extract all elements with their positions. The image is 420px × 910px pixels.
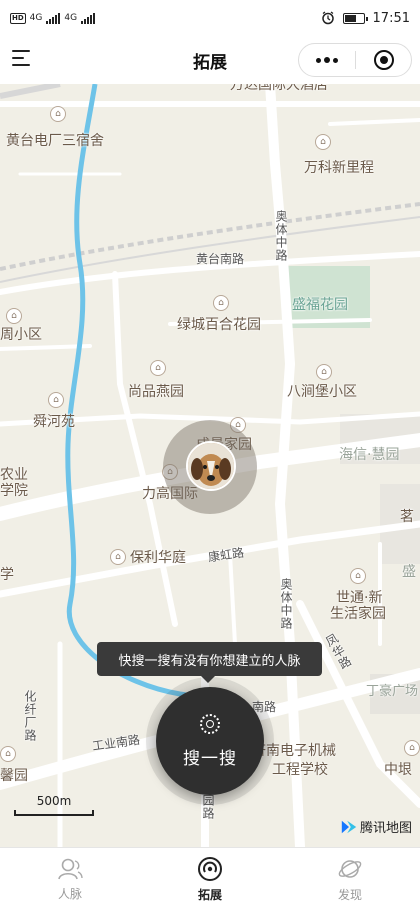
poi-label[interactable]: 八涧堡小区 [287,381,357,401]
poi-label[interactable]: 学院 [0,480,28,500]
home-icon: ⌂ [315,134,331,150]
poi-label[interactable]: ⌂ [0,746,16,762]
tab-bar: 人脉 拓展 发现 [0,847,420,910]
home-icon: ⌂ [316,364,332,380]
planet-icon [338,859,362,878]
dog-avatar-image [188,443,234,489]
tab-label: 拓展 [197,887,222,902]
map-scale: 500m [14,794,94,816]
home-icon: ⌂ [6,308,22,324]
more-dots-icon[interactable] [299,44,355,76]
scale-label: 500m [36,794,72,808]
poi-label[interactable]: 绿城百合花园 [177,314,261,334]
poi-label[interactable]: 工程学校 [272,759,328,779]
home-icon: ⌂ [50,106,66,122]
poi-label[interactable]: ⌂ [150,360,166,376]
tab-discover[interactable]: 发现 [280,848,420,910]
search-person-icon [200,713,220,734]
search-button-label: 搜一搜 [183,748,237,769]
poi-label[interactable]: 周小区 [0,324,42,344]
tab-expand[interactable]: 拓展 [140,848,280,910]
poi-label[interactable]: ⌂ [48,392,64,408]
tencent-map-icon [341,820,357,833]
scale-bar [14,810,94,816]
home-icon: ⌂ [48,392,64,408]
home-icon: ⌂ [110,549,126,565]
search-tooltip: 快搜一搜有没有你想建立的人脉 [97,642,322,683]
poi-label[interactable]: 丁豪广场 [366,680,418,699]
poi-label[interactable]: ⌂ 保利华庭 [110,547,186,567]
avatar[interactable] [186,441,236,491]
hd-indicator: HD [10,12,26,24]
poi-label[interactable]: 海信·慧园 [339,444,399,464]
poi-label[interactable]: 盛 [402,561,416,581]
map-provider-name: 腾讯地图 [359,821,412,836]
status-time: 17:51 [372,10,410,26]
poi-label[interactable]: ⌂ [316,364,332,380]
road-label: 黄台南路 [196,252,245,266]
poi-label[interactable]: 中垠 [384,759,412,779]
person-icon [58,858,83,879]
target-circle-icon[interactable] [356,44,411,76]
poi-label[interactable]: 万达国际大酒店 [230,84,328,94]
poi-label[interactable]: 济南电子机械 [252,740,336,760]
tab-label: 人脉 [57,886,82,901]
poi-label[interactable]: 盛福花园 [292,294,348,314]
poi-label[interactable]: ⌂ [6,308,22,324]
road-label: 奥体中路 [274,210,288,262]
road-label: 奥体中路 [279,578,293,630]
map-view[interactable]: 万达国际大酒店 ⌂ 黄台电厂三宿舍 ⌂ 万科新里程 盛福花园 ⌂ 绿城百合花园 … [0,84,420,847]
poi-label[interactable]: ⌂ [213,295,229,311]
poi-label[interactable]: 黄台电厂三宿舍 [6,130,104,150]
home-icon: ⌂ [0,746,16,762]
battery-icon [342,12,368,24]
poi-label[interactable]: 万科新里程 [304,157,374,177]
poi-label[interactable]: 学 [0,564,14,584]
signal-icon [46,12,61,24]
poi-label[interactable]: 茗 [400,506,414,526]
radar-icon [198,856,222,881]
status-left: HD 4G 4G [10,12,96,24]
road-label: 化纤厂路 [23,690,37,742]
alarm-icon [321,11,334,25]
map-provider-logo: 腾讯地图 [340,817,412,836]
status-bar: HD 4G 4G 17:51 [0,0,420,36]
signal-icon [81,12,96,24]
poi-label[interactable]: 馨园 [0,765,28,785]
miniprogram-capsule [298,43,412,77]
road-label: 园路 [201,794,215,820]
network-4g-2: 4G [64,13,78,23]
home-icon: ⌂ [213,295,229,311]
poi-label[interactable]: ⌂ [350,568,366,584]
poi-label[interactable]: 尚品燕园 [128,381,184,401]
home-icon: ⌂ [404,740,420,756]
home-icon: ⌂ [350,568,366,584]
poi-label[interactable]: ⌂ [404,740,420,756]
poi-label[interactable]: 生活家园 [330,603,386,623]
status-right: 17:51 [321,11,410,26]
tab-contacts[interactable]: 人脉 [0,848,140,910]
search-button[interactable]: 搜一搜 [156,687,264,795]
poi-label[interactable]: ⌂ [315,134,331,150]
poi-label[interactable]: ⌂ [50,106,66,122]
tab-label: 发现 [337,887,362,902]
network-4g-1: 4G [29,13,43,23]
poi-label[interactable]: 舜河苑 [33,411,75,431]
home-icon: ⌂ [150,360,166,376]
menu-icon[interactable] [12,50,32,68]
nav-bar: 拓展 [0,36,420,84]
